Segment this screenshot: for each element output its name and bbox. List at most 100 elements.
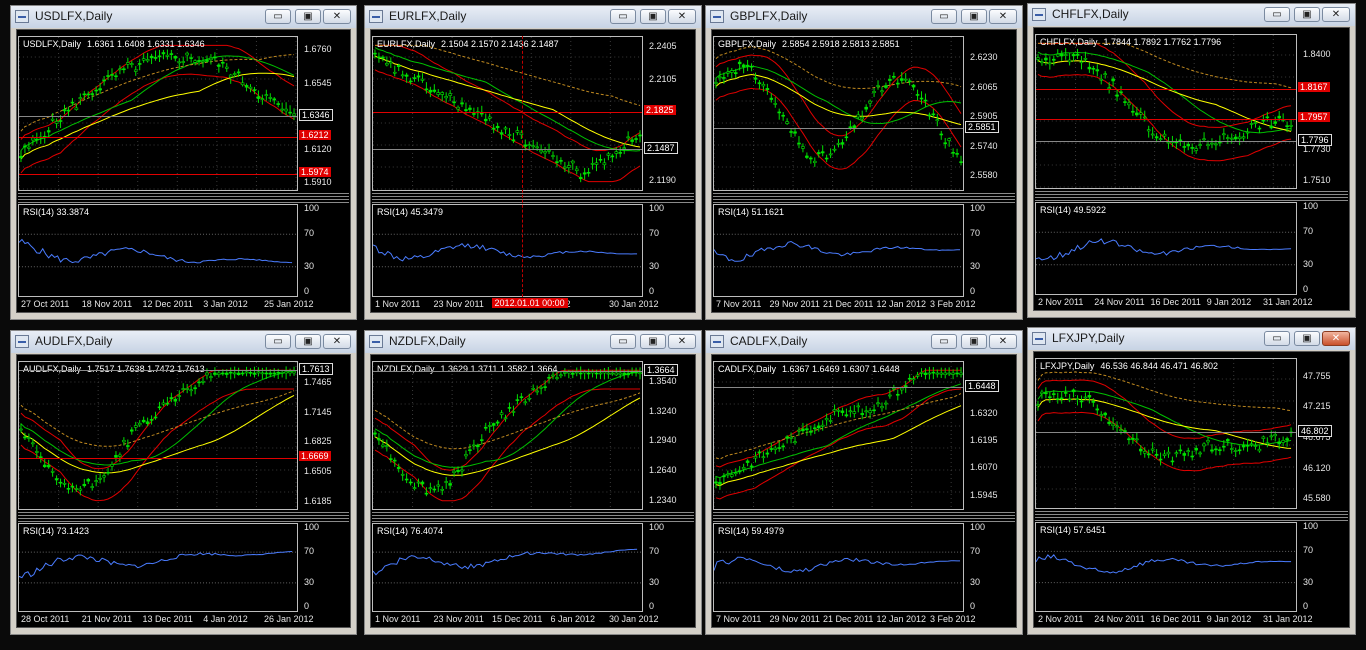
- rsi-panel[interactable]: RSI(14) 73.1423: [18, 523, 298, 612]
- maximize-button[interactable]: ▣: [1294, 331, 1320, 346]
- minimize-button[interactable]: ▭: [1264, 7, 1290, 22]
- window-titlebar[interactable]: NZDLFX,Daily ▭ ▣ ✕: [365, 331, 701, 353]
- candle-body: [1182, 146, 1187, 148]
- window-titlebar[interactable]: CHFLFX,Daily ▭ ▣ ✕: [1028, 4, 1355, 26]
- maximize-button[interactable]: ▣: [961, 334, 987, 349]
- panel-separator[interactable]: [372, 192, 694, 203]
- window-titlebar[interactable]: GBPLFX,Daily ▭ ▣ ✕: [706, 6, 1022, 28]
- candle-body: [781, 114, 785, 117]
- candle-body: [23, 145, 27, 148]
- close-button[interactable]: ✕: [1322, 7, 1350, 22]
- minimize-button[interactable]: ▭: [265, 9, 291, 24]
- chart-frame[interactable]: USDLFX,Daily 1.6361 1.6408 1.6331 1.6346 1…: [16, 29, 351, 313]
- candle-body: [420, 78, 425, 81]
- chart-window-gbp[interactable]: GBPLFX,Daily ▭ ▣ ✕ GBPLFX,Daily 2.5854 2.5918…: [705, 5, 1023, 320]
- candle-body: [1281, 440, 1285, 443]
- panel-separator[interactable]: [713, 192, 1015, 203]
- candle-body: [428, 89, 433, 93]
- candle-body: [98, 88, 102, 91]
- chart-frame[interactable]: CHFLFX,Daily 1.7844 1.7892 1.7762 1.7796 1…: [1033, 27, 1350, 311]
- chart-window-aud[interactable]: AUDLFX,Daily ▭ ▣ ✕ AUDLFX,Daily 1.7517 1.7638…: [10, 330, 357, 635]
- minimize-button[interactable]: ▭: [931, 9, 957, 24]
- candle-body: [718, 481, 722, 485]
- window-titlebar[interactable]: LFXJPY,Daily ▭ ▣ ✕: [1028, 328, 1355, 350]
- chart-frame[interactable]: AUDLFX,Daily 1.7517 1.7638 1.7472 1.7613 1…: [16, 354, 351, 628]
- close-button[interactable]: ✕: [989, 9, 1017, 24]
- window-titlebar[interactable]: CADLFX,Daily ▭ ▣ ✕: [706, 331, 1022, 353]
- candle-body: [753, 455, 758, 459]
- candle-body: [412, 487, 417, 489]
- chart-window-eur[interactable]: EURLFX,Daily ▭ ▣ ✕ EURLFX,Daily 2.1504 2.1570…: [364, 5, 702, 320]
- price-tick: 1.6505: [304, 466, 332, 477]
- rsi-panel[interactable]: RSI(14) 57.6451: [1035, 522, 1297, 612]
- ohlc-values: 2.1504 2.1570 2.1436 2.1487: [441, 39, 559, 49]
- panel-separator[interactable]: [1035, 190, 1348, 201]
- maximize-button[interactable]: ▣: [961, 9, 987, 24]
- candle-body: [408, 80, 413, 83]
- minimize-button[interactable]: ▭: [931, 334, 957, 349]
- panel-separator[interactable]: [713, 511, 1015, 522]
- panel-separator[interactable]: [372, 511, 694, 522]
- chart-window-chf[interactable]: CHFLFX,Daily ▭ ▣ ✕ CHFLFX,Daily 1.7844 1.7892…: [1027, 3, 1356, 318]
- rsi-panel[interactable]: RSI(14) 45.3479: [372, 204, 643, 297]
- minimize-button[interactable]: ▭: [610, 9, 636, 24]
- minimize-button[interactable]: ▭: [610, 334, 636, 349]
- minimize-button[interactable]: ▭: [265, 334, 291, 349]
- price-panel[interactable]: CADLFX,Daily 1.6367 1.6469 1.6307 1.6448: [713, 361, 964, 510]
- candle-body: [448, 483, 452, 486]
- chart-window-cad[interactable]: CADLFX,Daily ▭ ▣ ✕ CADLFX,Daily 1.6367 1.6469…: [705, 330, 1023, 635]
- panel-separator[interactable]: [18, 192, 349, 203]
- price-panel[interactable]: NZDLFX,Daily 1.3629 1.3711 1.3582 1.3664: [372, 361, 643, 510]
- window-titlebar[interactable]: AUDLFX,Daily ▭ ▣ ✕: [11, 331, 356, 353]
- candle-body: [797, 142, 801, 145]
- rsi-panel[interactable]: RSI(14) 51.1621: [713, 204, 964, 297]
- maximize-button[interactable]: ▣: [640, 334, 666, 349]
- price-tick: 1.6120: [304, 144, 332, 155]
- chart-frame[interactable]: CADLFX,Daily 1.6367 1.6469 1.6307 1.6448 1…: [711, 354, 1017, 628]
- maximize-button[interactable]: ▣: [1294, 7, 1320, 22]
- rsi-tick: 0: [970, 286, 976, 296]
- candle-body: [381, 56, 385, 59]
- candle-body: [899, 78, 904, 81]
- candle-body: [777, 111, 781, 114]
- window-titlebar[interactable]: EURLFX,Daily ▭ ▣ ✕: [365, 6, 701, 28]
- rsi-panel[interactable]: RSI(14) 76.4074: [372, 523, 643, 612]
- price-tick: 45.580: [1303, 492, 1331, 503]
- panel-separator[interactable]: [18, 511, 349, 522]
- close-button[interactable]: ✕: [323, 9, 351, 24]
- close-button[interactable]: ✕: [989, 334, 1017, 349]
- close-button[interactable]: ✕: [668, 334, 696, 349]
- chart-frame[interactable]: NZDLFX,Daily 1.3629 1.3711 1.3582 1.3664 1…: [370, 354, 696, 628]
- candle-body: [813, 427, 817, 430]
- price-panel[interactable]: AUDLFX,Daily 1.7517 1.7638 1.7472 1.7613: [18, 361, 298, 510]
- rsi-panel[interactable]: RSI(14) 49.5922: [1035, 202, 1297, 295]
- rsi-panel[interactable]: RSI(14) 33.3874: [18, 204, 298, 297]
- rsi-panel[interactable]: RSI(14) 59.4979: [713, 523, 964, 612]
- close-button[interactable]: ✕: [1322, 331, 1350, 346]
- candle-body: [396, 466, 401, 469]
- price-panel[interactable]: LFXJPY,Daily 46.536 46.844 46.471 46.802: [1035, 358, 1297, 509]
- candle-body: [377, 438, 381, 441]
- time-axis: 7 Nov 2011 29 Nov 2011 21 Dec 2011 12 Jan 2…: [712, 297, 1016, 312]
- maximize-button[interactable]: ▣: [295, 9, 321, 24]
- price-panel[interactable]: EURLFX,Daily 2.1504 2.1570 2.1436 2.1487: [372, 36, 643, 191]
- chart-window-nzd[interactable]: NZDLFX,Daily ▭ ▣ ✕ NZDLFX,Daily 1.3629 1.3711…: [364, 330, 702, 635]
- candle-body: [1095, 408, 1100, 411]
- close-button[interactable]: ✕: [668, 9, 696, 24]
- price-panel[interactable]: USDLFX,Daily 1.6361 1.6408 1.6331 1.6346: [18, 36, 298, 191]
- candle-body: [730, 70, 734, 73]
- maximize-button[interactable]: ▣: [295, 334, 321, 349]
- panel-separator[interactable]: [1035, 510, 1348, 521]
- chart-window-usd[interactable]: USDLFX,Daily ▭ ▣ ✕ USDLFX,Daily 1.6361 1.6408…: [10, 5, 357, 320]
- chart-frame[interactable]: EURLFX,Daily 2.1504 2.1570 2.1436 2.1487 2…: [370, 29, 696, 313]
- window-titlebar[interactable]: USDLFX,Daily ▭ ▣ ✕: [11, 6, 356, 28]
- chart-frame[interactable]: LFXJPY,Daily 46.536 46.844 46.471 46.802 4…: [1033, 351, 1350, 628]
- price-panel[interactable]: GBPLFX,Daily 2.5854 2.5918 2.5813 2.5851: [713, 36, 964, 191]
- close-button[interactable]: ✕: [323, 334, 351, 349]
- candle-body: [765, 452, 770, 455]
- chart-frame[interactable]: GBPLFX,Daily 2.5854 2.5918 2.5813 2.5851 2…: [711, 29, 1017, 313]
- chart-window-jpy[interactable]: LFXJPY,Daily ▭ ▣ ✕ LFXJPY,Daily 46.536 46.844…: [1027, 327, 1356, 635]
- maximize-button[interactable]: ▣: [640, 9, 666, 24]
- minimize-button[interactable]: ▭: [1264, 331, 1290, 346]
- price-panel[interactable]: CHFLFX,Daily 1.7844 1.7892 1.7762 1.7796: [1035, 34, 1297, 189]
